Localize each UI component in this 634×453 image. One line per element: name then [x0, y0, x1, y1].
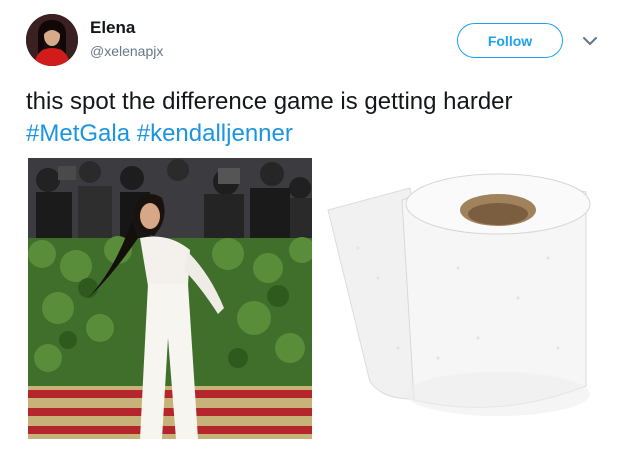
hashtag-kendalljenner[interactable]: #kendalljenner: [137, 120, 293, 147]
tweet-body: this spot the difference game is getting…: [26, 88, 513, 115]
avatar[interactable]: [26, 14, 78, 66]
media-photo-left[interactable]: [28, 158, 312, 439]
red-carpet-photo: [28, 158, 312, 439]
display-name[interactable]: Elena: [90, 18, 135, 38]
tweet-text: this spot the difference game is getting…: [26, 86, 616, 150]
toilet-paper-photo: [318, 158, 604, 439]
avatar-image: [26, 14, 78, 66]
user-handle[interactable]: @xelenapjx: [90, 43, 163, 59]
media-photo-right[interactable]: [318, 158, 604, 439]
chevron-down-icon[interactable]: [580, 31, 600, 51]
follow-button[interactable]: Follow: [457, 23, 563, 58]
hashtag-metgala[interactable]: #MetGala: [26, 120, 130, 147]
tweet-card: Elena @xelenapjx Follow this spot the di…: [0, 0, 634, 453]
